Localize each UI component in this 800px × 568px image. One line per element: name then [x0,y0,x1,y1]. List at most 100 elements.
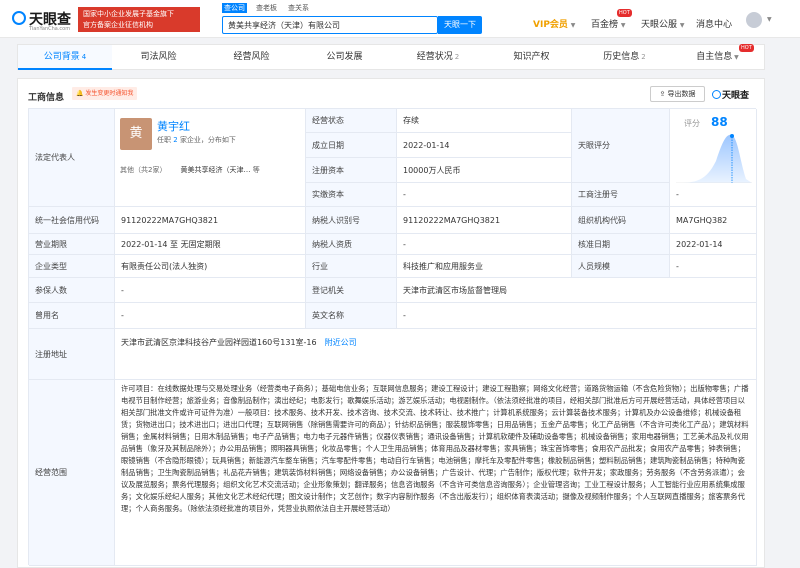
tab-label: 自主信息 [696,52,733,62]
tab-count: 2 [641,53,646,61]
term-label: 营业期限 [29,234,115,255]
authority-value: 天津市武清区市场监督管理局 [397,278,757,303]
nav-tyc-pro[interactable]: 天眼公服 ▼ [641,17,685,30]
section-tab-bar: 公司背景 4 司法风险 经营风险 公司发展 经营状况 2 知识产权 历史信息 2 自主… [17,44,765,70]
legal-rep-role-count[interactable]: 2 [173,136,177,144]
taxpayer-id-label: 纳税人识别号 [306,207,397,234]
legal-rep-other[interactable]: 其他（共2家） [120,166,166,174]
promo-banner[interactable]: 国家中小企业发展子基金旗下 官方备案企业征信机构 [78,7,200,32]
search-input[interactable]: 黄美共享经济（天津）有限公司 [222,16,438,34]
export-label: 导出数据 [667,90,696,98]
status-value: 存续 [397,109,572,133]
nav-baibang[interactable]: 百金榜 ▼ [591,17,626,30]
tab-business-risk[interactable]: 经营风险 [205,45,298,70]
chevron-down-icon: ▼ [620,22,626,29]
business-info-card: 工商信息 🔔 发生变更时通知我 ⇪ 导出数据 天眼查 法定代表人 黄 黄宇红 任… [17,78,765,568]
approve-date-value: 2022-01-14 [670,234,757,255]
tab-label: 公司发展 [326,52,363,62]
tab-company-development[interactable]: 公司发展 [298,45,391,70]
address-value: 天津市武清区京津科技谷产业园祥园道160号131室-16 [121,338,317,347]
taxpayer-qual-value: - [397,234,572,255]
tab-business-status[interactable]: 经营状况 2 [391,45,485,70]
chevron-down-icon: ▼ [570,22,576,29]
nav-messages[interactable]: 消息中心 [696,17,732,30]
industry-value: 科技推广和应用服务业 [397,255,572,278]
tab-company-background[interactable]: 公司背景 4 [18,45,112,70]
tab-count: 2 [454,53,460,61]
brand-watermark: 天眼查 [712,88,749,101]
taxpayer-qual-label: 纳税人资质 [306,234,397,255]
banner-line-2: 官方备案企业征信机构 [83,21,153,29]
company-type-label: 企业类型 [29,255,115,278]
bell-icon: 🔔 [76,90,84,97]
brand-text: 天眼查 [722,91,750,101]
tab-count: 4 [81,53,87,61]
export-button[interactable]: ⇪ 导出数据 [650,86,705,102]
scope-label: 经营范围 [29,380,115,566]
tab-label: 历史信息 [603,52,640,62]
address-label: 注册地址 [29,329,115,380]
banner-line-1: 国家中小企业发展子基金旗下 [83,10,174,18]
former-name-value: - [115,303,306,329]
vip-label: VIP会员 [533,20,568,30]
legal-rep-company[interactable]: 黄美共享经济（天津… [180,166,250,174]
nav-vip[interactable]: VIP会员 ▼ [533,17,575,30]
taxpayer-id-value: 91120222MA7GHQ3821 [397,207,572,234]
search-input-value: 黄美共享经济（天津）有限公司 [228,21,340,30]
legal-rep-cell: 黄 黄宇红 任职 2 家企业，分布如下 其他（共2家） 黄美共享经济（天津… 等 [115,109,306,207]
search-tab-company[interactable]: 查公司 [222,3,247,13]
score-row-label: 天眼评分 [572,109,670,183]
legal-rep-more: 等 [252,166,260,174]
staff-size-label: 人员规模 [572,255,670,278]
org-code-label: 组织机构代码 [572,207,670,234]
industry-label: 行业 [306,255,397,278]
hot-badge: HOT [739,44,754,52]
search-tab-boss[interactable]: 查老板 [254,3,279,13]
address-cell: 天津市武清区京津科技谷产业园祥园道160号131室-16 附近公司 [115,329,757,380]
tab-judicial-risk[interactable]: 司法风险 [112,45,205,70]
capital-label: 注册资本 [306,158,397,183]
tab-label: 知识产权 [513,52,550,62]
insured-value: - [115,278,306,303]
capital-value: 10000万人民币 [397,158,572,183]
tab-history[interactable]: 历史信息 2 [578,45,671,70]
insured-label: 参保人数 [29,278,115,303]
search-tab-relation[interactable]: 查关系 [286,3,311,13]
tab-intellectual-property[interactable]: 知识产权 [485,45,578,70]
tyc-pro-label: 天眼公服 [641,20,678,30]
search-type-tabs: 查公司 查老板 查关系 [222,3,318,15]
logo[interactable]: 天眼查 TianYanCha.com [12,8,71,32]
search-button[interactable]: 天眼一下 [438,16,482,34]
change-notify-label: 发生变更时通知我 [85,90,134,97]
logo-subtext: TianYanCha.com [29,26,71,32]
former-name-label: 曾用名 [29,303,115,329]
established-label: 成立日期 [306,133,397,158]
legal-rep-roles: 任职 2 家企业，分布如下 [157,136,236,144]
established-value: 2022-01-14 [397,133,572,158]
english-name-value: - [397,303,757,329]
score-label: 评分 [684,119,700,128]
legal-rep-name[interactable]: 黄宇红 [157,118,190,134]
eye-logo-icon [12,11,26,25]
change-notify-button[interactable]: 🔔 发生变更时通知我 [72,87,138,100]
credit-code-label: 统一社会信用代码 [29,207,115,234]
legal-rep-avatar[interactable]: 黄 [120,118,152,150]
staff-size-value: - [670,255,757,278]
authority-label: 登记机关 [306,278,397,303]
company-type-value: 有限责任公司(法人独资) [115,255,306,278]
org-code-value: MA7GHQ382 [670,207,757,234]
tab-label: 司法风险 [140,52,177,62]
eye-logo-icon [712,90,721,99]
avatar[interactable] [746,12,762,28]
info-table: 法定代表人 黄 黄宇红 任职 2 家企业，分布如下 其他（共2家） 黄美共享经济（… [28,108,757,566]
section-title: 工商信息 [28,93,65,103]
chevron-down-icon[interactable]: ▼ [767,16,772,23]
tab-label: 经营状况 [416,52,453,62]
chevron-down-icon: ▼ [679,22,685,29]
status-label: 经营状态 [306,109,397,133]
paid-capital-label: 实缴资本 [306,183,397,207]
paid-capital-value: - [397,183,572,207]
approve-date-label: 核准日期 [572,234,670,255]
nearby-companies-link[interactable]: 附近公司 [325,337,357,348]
legal-rep-label: 法定代表人 [29,109,115,207]
